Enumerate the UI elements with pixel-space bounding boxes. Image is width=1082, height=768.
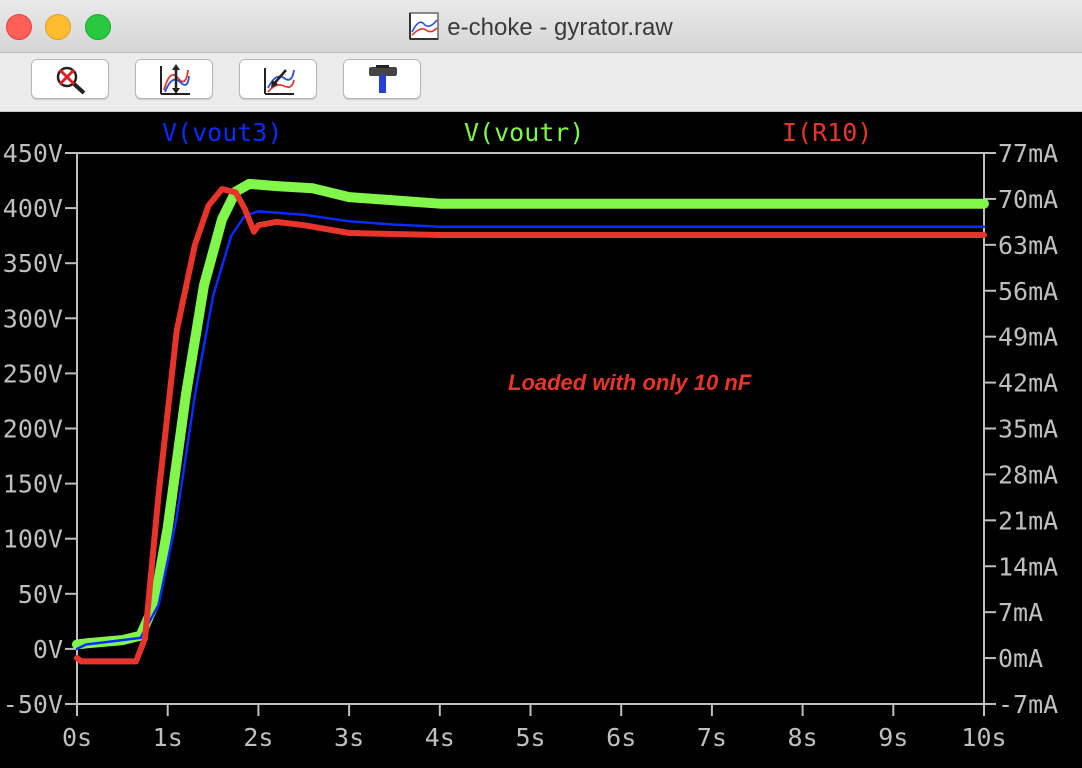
- series-vout3-line: [75, 210, 986, 651]
- x-tick-label: 9s: [878, 723, 908, 752]
- y-right-tick-label: 14mA: [998, 552, 1058, 581]
- y-right-tick-label: 56mA: [998, 277, 1058, 306]
- hammer-icon: [369, 65, 397, 93]
- y-right-tick-label: 49mA: [998, 323, 1058, 352]
- y-left-tick-label: 400V: [3, 194, 63, 223]
- y-right-tick-label: 28mA: [998, 460, 1058, 489]
- autorange-icon: [160, 64, 190, 95]
- x-tick-label: 6s: [606, 723, 636, 752]
- x-tick-label: 1s: [153, 723, 183, 752]
- autorange-button[interactable]: [135, 59, 213, 99]
- y-right-tick-label: -7mA: [998, 690, 1058, 719]
- x-tick-label: 8s: [788, 723, 818, 752]
- y-left-tick-label: 300V: [3, 304, 63, 333]
- window-title-area: e-choke - gyrator.raw: [0, 12, 1082, 42]
- y-right-tick-label: 42mA: [998, 369, 1058, 398]
- x-tick-label: 2s: [243, 723, 273, 752]
- y-left-tick-label: 200V: [3, 415, 63, 444]
- zoom-cancel-button[interactable]: [31, 59, 109, 99]
- y-left-tick-label: 250V: [3, 359, 63, 388]
- y-left-tick-label: -50V: [3, 690, 63, 719]
- window-titlebar: e-choke - gyrator.raw: [0, 0, 1082, 53]
- annotation-text: Loaded with only 10 nF: [508, 370, 752, 395]
- x-tick-label: 3s: [334, 723, 364, 752]
- zoom-back-button[interactable]: [239, 59, 317, 99]
- y-left-tick-label: 0V: [33, 635, 63, 664]
- y-right-tick-label: 70mA: [998, 185, 1058, 214]
- hammer-button[interactable]: [343, 59, 421, 99]
- y-left-tick-label: 450V: [3, 139, 63, 168]
- x-tick-label: 7s: [697, 723, 727, 752]
- x-tick-label: 0s: [62, 723, 92, 752]
- y-left-tick-label: 150V: [3, 470, 63, 499]
- window-title: e-choke - gyrator.raw: [447, 14, 673, 41]
- y-left-tick-label: 50V: [18, 580, 63, 609]
- y-left-tick-label: 350V: [3, 249, 63, 278]
- waveform-file-icon: [409, 12, 440, 40]
- y-right-tick-label: 63mA: [998, 231, 1058, 260]
- waveform-chart[interactable]: 0s 1s 2s 3s 4s 5s 6s 7s 8s 9s 10s 450V 400V 350V 300V 2…: [0, 112, 1082, 768]
- x-tick-label: 10s: [961, 723, 1006, 752]
- toolbar: [0, 53, 1082, 112]
- x-tick-label: 5s: [515, 723, 545, 752]
- y-right-tick-label: 0mA: [998, 644, 1043, 673]
- y-right-tick-label: 35mA: [998, 415, 1058, 444]
- zoom-back-icon: [264, 68, 295, 95]
- y-right-tick-label: 21mA: [998, 506, 1058, 535]
- y-left-tick-label: 100V: [3, 525, 63, 554]
- series-voutr-line: [72, 178, 989, 650]
- x-tick-label: 4s: [425, 723, 455, 752]
- y-right-tick-label: 7mA: [998, 598, 1043, 627]
- y-right-tick-label: 77mA: [998, 139, 1058, 168]
- zoom-cancel-icon: [56, 66, 86, 95]
